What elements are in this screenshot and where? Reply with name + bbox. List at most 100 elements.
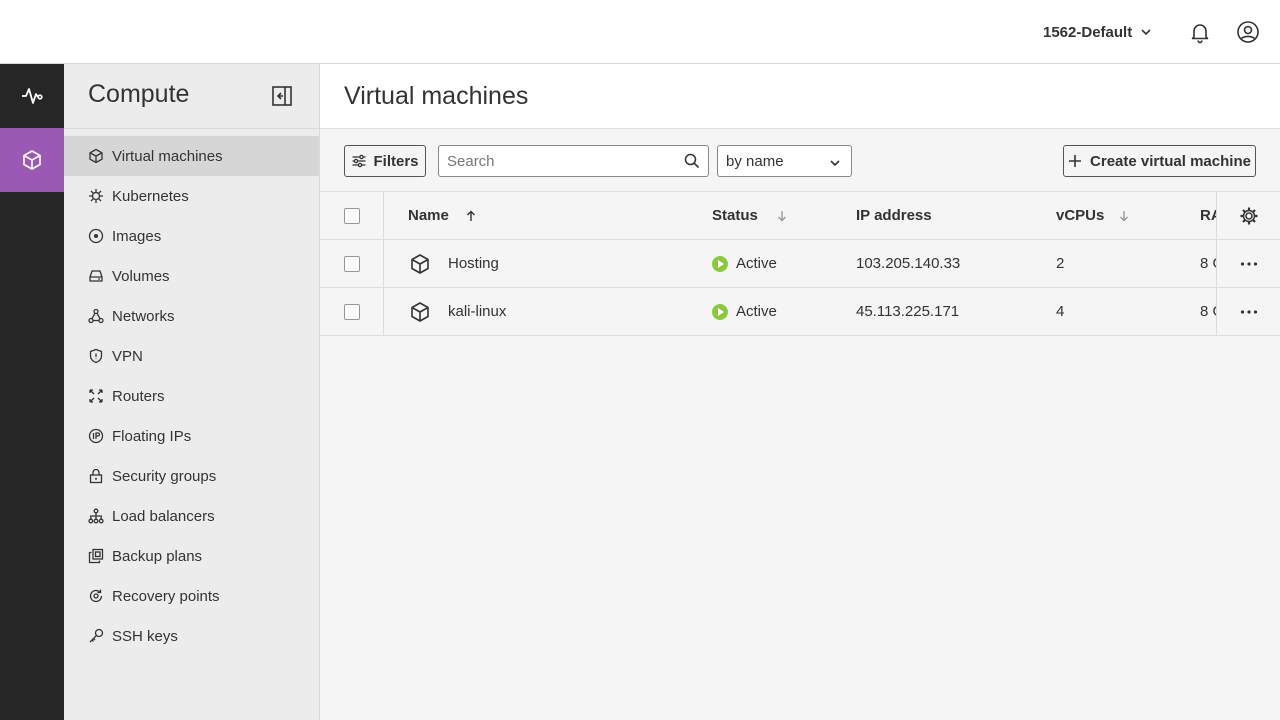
main-content: Virtual machines Filters by name Create … (320, 64, 1280, 720)
vm-name-link[interactable]: Hosting (448, 255, 499, 272)
arrow-down-icon (1120, 210, 1129, 221)
sidebar-nav: Virtual machines Kubernetes Images Volum… (64, 129, 319, 656)
filters-button[interactable]: Filters (344, 145, 426, 177)
sidebar-item-label: Backup plans (112, 547, 203, 565)
search-icon[interactable] (684, 153, 700, 169)
status-active-icon (712, 255, 728, 272)
sidebar-item-kubernetes[interactable]: Kubernetes (64, 176, 319, 216)
column-ip-address[interactable]: IP address (856, 192, 932, 239)
ip-icon (88, 428, 104, 444)
column-status-label: Status (712, 207, 758, 224)
page-title: Virtual machines (344, 82, 529, 110)
column-name-label: Name (408, 207, 449, 224)
sidebar-item-images[interactable]: Images (64, 216, 319, 256)
chevron-down-icon (830, 160, 840, 167)
vm-table: Name Status IP address vCPUs RAM (320, 192, 1280, 336)
sidebar-item-label: Networks (112, 307, 175, 325)
backup-icon (88, 548, 104, 564)
project-name: 1562-Default (1043, 23, 1133, 41)
filters-label: Filters (373, 152, 419, 170)
sidebar-header: Compute (64, 64, 319, 129)
sidebar-item-recovery-points[interactable]: Recovery points (64, 576, 319, 616)
cube-icon (89, 148, 103, 164)
row-checkbox[interactable] (343, 303, 360, 320)
sidebar-item-load-balancers[interactable]: Load balancers (64, 496, 319, 536)
network-icon (88, 308, 104, 324)
column-status[interactable]: Status (712, 192, 788, 239)
sliders-icon (352, 154, 366, 168)
sidebar-item-vpn[interactable]: VPN (64, 336, 319, 376)
sort-select[interactable]: by name (717, 145, 852, 177)
row-status-cell: Active (712, 288, 777, 335)
create-label: Create virtual machine (1090, 152, 1251, 170)
row-status-cell: Active (712, 240, 777, 287)
row-ram-cell: 8 GB (1200, 255, 1216, 272)
arrow-up-icon (466, 210, 475, 221)
sidebar-title: Compute (88, 80, 190, 108)
more-horizontal-icon[interactable] (1239, 254, 1259, 274)
collapse-sidebar-icon[interactable] (270, 84, 294, 108)
key-icon (89, 628, 104, 643)
sidebar-item-label: Virtual machines (112, 147, 223, 165)
column-ram[interactable]: RAM (1200, 192, 1216, 239)
sidebar-item-label: Security groups (112, 467, 217, 485)
gear-icon[interactable] (1239, 206, 1259, 226)
sidebar-item-floating-ips[interactable]: Floating IPs (64, 416, 319, 456)
status-text: Active (736, 255, 777, 272)
sidebar-item-label: Recovery points (112, 587, 220, 605)
row-vcpus-cell: 4 (1056, 303, 1065, 320)
column-name[interactable]: Name (408, 192, 477, 239)
bell-icon[interactable] (1188, 20, 1212, 44)
page-header: Virtual machines (320, 64, 1280, 129)
disc-icon (88, 228, 104, 244)
vm-name-link[interactable]: kali-linux (448, 303, 506, 320)
recovery-icon (89, 589, 103, 603)
sidebar-item-networks[interactable]: Networks (64, 296, 319, 336)
rail-monitoring[interactable] (0, 64, 64, 128)
column-ram-label: RAM (1200, 207, 1216, 224)
row-ip-cell: 103.205.140.33 (856, 255, 961, 272)
sidebar-item-label: SSH keys (112, 627, 178, 645)
row-ip-cell: 45.113.225.171 (856, 303, 960, 320)
table-row[interactable]: Hosting Active 103.205.140.33 2 8 GB (320, 240, 1280, 288)
row-vcpus-cell: 2 (1056, 255, 1065, 272)
lock-icon (89, 468, 103, 484)
row-checkbox[interactable] (343, 255, 360, 272)
more-horizontal-icon[interactable] (1239, 302, 1259, 322)
row-name-cell: kali-linux (408, 288, 506, 335)
row-ram-cell: 8 GB (1200, 303, 1216, 320)
hierarchy-icon (88, 508, 104, 524)
toolbar: Filters by name Create virtual machine (320, 129, 1280, 192)
sidebar-item-volumes[interactable]: Volumes (64, 256, 319, 296)
sidebar-item-security-groups[interactable]: Security groups (64, 456, 319, 496)
rail-compute[interactable] (0, 128, 64, 192)
plus-icon (1069, 155, 1082, 167)
table-row[interactable]: kali-linux Active 45.113.225.171 4 8 GB (320, 288, 1280, 336)
drive-icon (89, 270, 103, 282)
sidebar-item-label: Routers (112, 387, 165, 405)
sidebar-item-label: Images (112, 227, 162, 245)
sidebar-item-label: Kubernetes (112, 187, 189, 205)
project-selector[interactable]: 1562-Default (1043, 22, 1152, 42)
sort-value: by name (726, 152, 784, 170)
row-select-cell (320, 288, 384, 335)
sidebar-item-label: VPN (112, 347, 143, 365)
shield-icon (89, 348, 103, 364)
status-text: Active (736, 303, 777, 320)
create-virtual-machine-button[interactable]: Create virtual machine (1063, 145, 1256, 177)
top-bar: 1562-Default (0, 0, 1280, 64)
sidebar-item-ssh-keys[interactable]: SSH keys (64, 616, 319, 656)
sidebar: Compute Virtual machines Kubernetes Imag… (64, 64, 320, 720)
column-vcpus[interactable]: vCPUs (1056, 192, 1130, 239)
sidebar-item-backup-plans[interactable]: Backup plans (64, 536, 319, 576)
sidebar-item-routers[interactable]: Routers (64, 376, 319, 416)
user-account-icon[interactable] (1236, 20, 1260, 44)
cube-icon (411, 301, 429, 322)
row-actions-cell (1216, 288, 1280, 335)
select-all-checkbox[interactable] (343, 207, 360, 224)
cube-icon (23, 150, 41, 170)
sidebar-item-virtual-machines[interactable]: Virtual machines (64, 136, 319, 176)
arrow-down-icon (777, 210, 786, 221)
search-input[interactable] (439, 146, 669, 176)
table-header-row: Name Status IP address vCPUs RAM (320, 192, 1280, 240)
